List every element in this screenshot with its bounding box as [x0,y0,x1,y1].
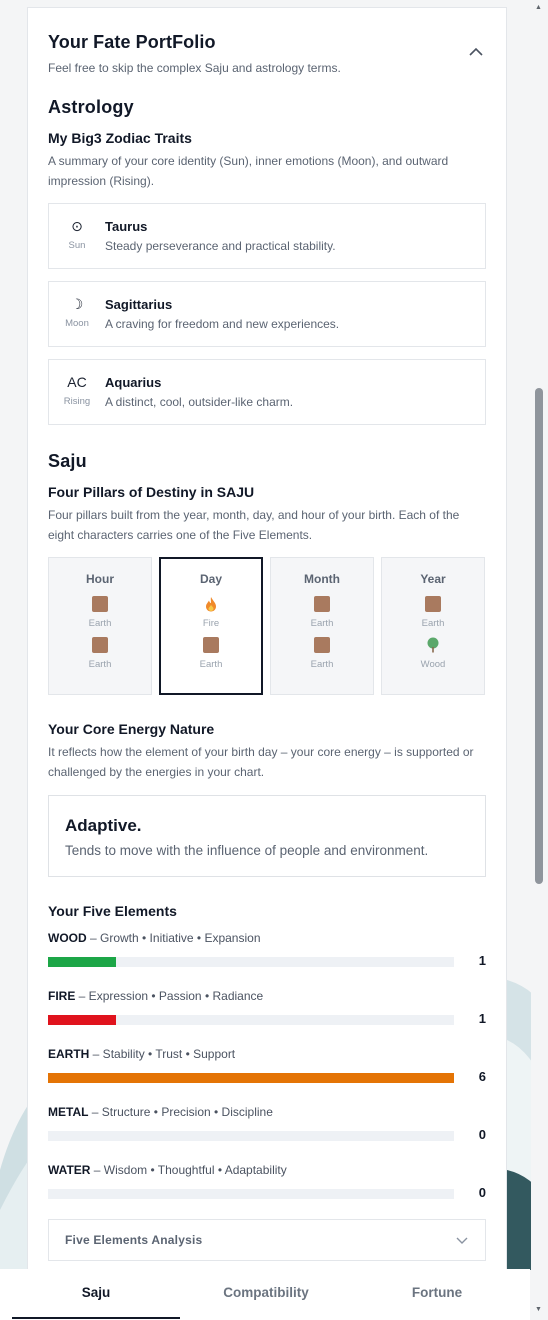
ascendant-icon: AC [67,374,87,390]
pillar-name: Month [304,572,340,586]
big3-title: My Big3 Zodiac Traits [48,130,192,146]
five-elements-analysis-toggle[interactable]: Five Elements Analysis [48,1219,486,1261]
four-pillars-title: Four Pillars of Destiny in SAJU [48,484,255,500]
wood-tree-icon [427,637,439,653]
element-traits: – Structure • Precision • Discipline [88,1105,273,1119]
zodiac-sign: Sagittarius [105,297,173,312]
earth-icon [314,637,330,653]
element-row-earth: EARTH – Stability • Trust • Support 6 [48,1047,486,1091]
zodiac-sign: Aquarius [105,375,162,390]
element-name: METAL [48,1105,89,1119]
four-pillars: Hour Earth Earth Day Fire Earth Month Ea… [48,557,486,695]
element-label: Fire [202,618,220,629]
chevron-down-icon [456,1237,468,1244]
five-elements-list: WOOD – Growth • Initiative • Expansion 1… [48,931,486,1207]
fate-portfolio-card: Your Fate PortFolio Feel free to skip th… [27,7,507,1269]
element-traits: – Wisdom • Thoughtful • Adaptability [90,1163,287,1177]
element-bar-track [48,957,454,967]
element-name: WATER [48,1163,91,1177]
element-bar-fill [48,1015,116,1025]
scroll-down-arrow-icon[interactable]: ▼ [535,1306,542,1313]
tab-compatibility[interactable]: Compatibility [178,1285,354,1300]
core-energy-result: Adaptive. [65,816,142,835]
element-count: 1 [478,953,486,968]
four-pillars-description: Four pillars built from the year, month,… [48,508,460,542]
earth-icon [314,596,330,612]
element-bar-fill [48,957,116,967]
moon-icon: ☽ [70,296,84,312]
element-name: FIRE [48,989,76,1003]
element-name: EARTH [48,1047,90,1061]
astrology-heading: Astrology [48,97,134,117]
scroll-up-arrow-icon[interactable]: ▲ [535,4,542,11]
chevron-up-icon[interactable] [468,44,484,60]
pillar-name: Hour [86,572,114,586]
portfolio-title: Your Fate PortFolio [48,32,216,52]
element-traits: – Growth • Initiative • Expansion [86,931,261,945]
element-bar-track [48,1131,454,1141]
pillar-day[interactable]: Day Fire Earth [159,557,263,695]
core-energy-description: It reflects how the element of your birt… [48,745,474,779]
element-row-water: WATER – Wisdom • Thoughtful • Adaptabili… [48,1163,486,1207]
zodiac-label: Moon [65,318,89,329]
tab-saju[interactable]: Saju [8,1285,184,1300]
tab-fortune[interactable]: Fortune [349,1285,525,1300]
zodiac-label: Rising [63,396,91,407]
element-bar-track [48,1073,454,1083]
element-name: WOOD [48,931,87,945]
element-label: Earth [88,618,112,629]
fire-icon [206,597,216,612]
portfolio-subtitle: Feel free to skip the complex Saju and a… [48,61,341,75]
element-count: 0 [478,1185,486,1200]
element-bar-track [48,1189,454,1199]
element-label: Earth [88,659,112,670]
five-elements-title: Your Five Elements [48,903,177,919]
analysis-label: Five Elements Analysis [65,1233,203,1247]
earth-icon [92,596,108,612]
pillar-hour[interactable]: Hour Earth Earth [48,557,152,695]
element-count: 1 [478,1011,486,1026]
core-energy-result-box: Adaptive. Tends to move with the influen… [48,795,486,877]
zodiac-rising-card: AC Rising Aquarius A distinct, cool, out… [48,359,486,425]
zodiac-description: Steady perseverance and practical stabil… [105,239,336,253]
element-label: Earth [310,659,334,670]
element-label: Earth [199,659,223,670]
saju-heading: Saju [48,451,87,471]
zodiac-label: Sun [68,240,86,251]
zodiac-description: A distinct, cool, outsider-like charm. [105,395,294,409]
element-row-fire: FIRE – Expression • Passion • Radiance 1 [48,989,486,1033]
element-row-metal: METAL – Structure • Precision • Discipli… [48,1105,486,1149]
sun-icon: ⊙ [71,218,83,234]
element-count: 6 [478,1069,486,1084]
element-traits: – Stability • Trust • Support [89,1047,236,1061]
earth-icon [203,637,219,653]
element-row-wood: WOOD – Growth • Initiative • Expansion 1 [48,931,486,975]
zodiac-moon-card: ☽ Moon Sagittarius A craving for freedom… [48,281,486,347]
element-bar-fill [48,1073,454,1083]
element-label: Earth [421,618,445,629]
element-count: 0 [478,1127,486,1142]
earth-icon [92,637,108,653]
pillar-name: Day [199,572,222,586]
element-label: Wood [420,659,446,670]
element-traits: – Expression • Passion • Radiance [75,989,264,1003]
active-tab-indicator [12,1317,180,1319]
zodiac-sun-card: ⊙ Sun Taurus Steady perseverance and pra… [48,203,486,269]
pillar-month[interactable]: Month Earth Earth [270,557,374,695]
element-label: Earth [310,618,334,629]
scrollbar-thumb[interactable] [535,388,543,884]
pillar-year[interactable]: Year Earth Wood [381,557,485,695]
element-bar-track [48,1015,454,1025]
portfolio-header[interactable]: Your Fate PortFolio Feel free to skip th… [48,8,486,75]
core-energy-result-description: Tends to move with the influence of peop… [65,843,429,858]
earth-icon [425,596,441,612]
zodiac-sign: Taurus [105,219,148,234]
core-energy-title: Your Core Energy Nature [48,721,215,737]
pillar-name: Year [420,572,446,586]
bottom-tab-bar: Saju Compatibility Fortune [0,1269,530,1320]
zodiac-description: A craving for freedom and new experience… [105,317,340,331]
big3-description: A summary of your core identity (Sun), i… [48,154,449,188]
